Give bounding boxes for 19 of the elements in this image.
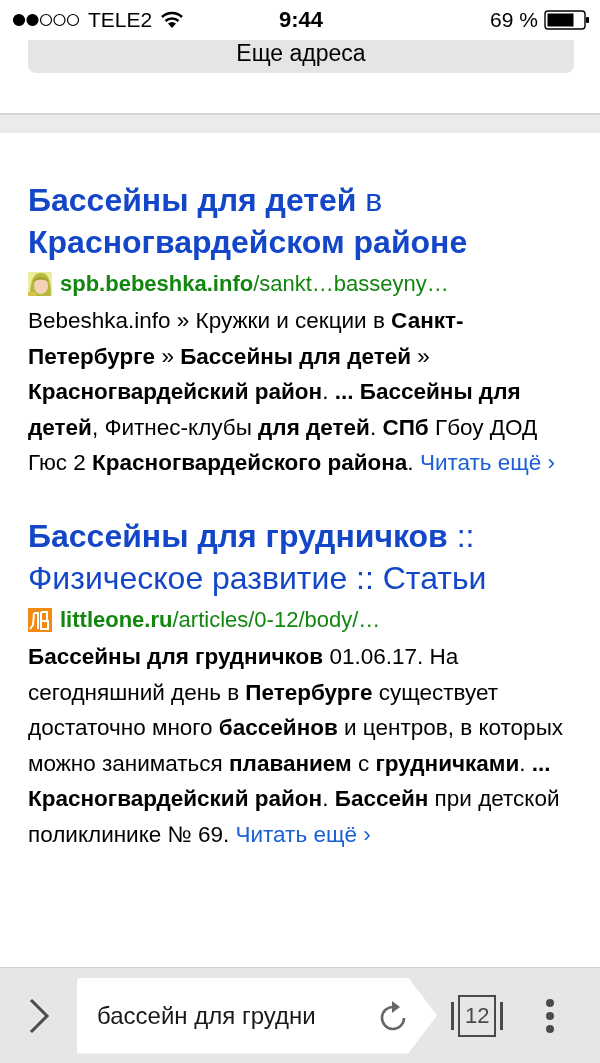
result-snippet: Bebeshka.info » Кружки и секции в Санкт-Петербурге » Бассейны для детей » Красногвардейский район. ... Бассейны для детей, Фитнес-клубы для детей. СПб Гбоу ДОД Гюс 2 Красногвардейского района. Читать ещё › — [28, 307, 557, 478]
result-title-link[interactable]: Бассейны для грудничков :: Физическое развитие :: Статьи — [28, 514, 580, 599]
more-addresses-button[interactable]: Еще адреса — [28, 40, 574, 73]
result-url[interactable]: littleone.ru/articles/0-12/body/… — [60, 606, 381, 633]
result-title-link[interactable]: Бассейны для детей в Красногвардейском районе — [28, 179, 580, 263]
signal-icon — [12, 13, 80, 27]
logo-icon — [28, 607, 52, 632]
battery-percent: 69 % — [490, 8, 538, 32]
read-more-link[interactable]: Читать ещё › — [419, 450, 556, 476]
carrier-name: TELE2 — [88, 8, 153, 32]
result-snippet: Бассейны для грудничков 01.06.17. На сегодняшний день в Петербурге существует достаточно много бассейнов и центров, в которых можно заниматься плаванием с грудничками. ... Красногвардейский район. Бассейн при детской поликлинике № 69. Читать ещё › — [28, 642, 565, 849]
read-more-link[interactable]: Читать ещё › — [235, 821, 371, 847]
address-field[interactable]: бассейн для грудни — [77, 977, 437, 1054]
wifi-icon — [160, 11, 185, 29]
clock-time: 9:44 — [278, 7, 323, 33]
menu-icon[interactable] — [545, 997, 556, 1034]
result-url[interactable]: spb.bebeshka.info/sankt…basseyny… — [60, 271, 449, 297]
forward-icon[interactable] — [28, 997, 50, 1034]
battery-icon — [544, 10, 590, 30]
